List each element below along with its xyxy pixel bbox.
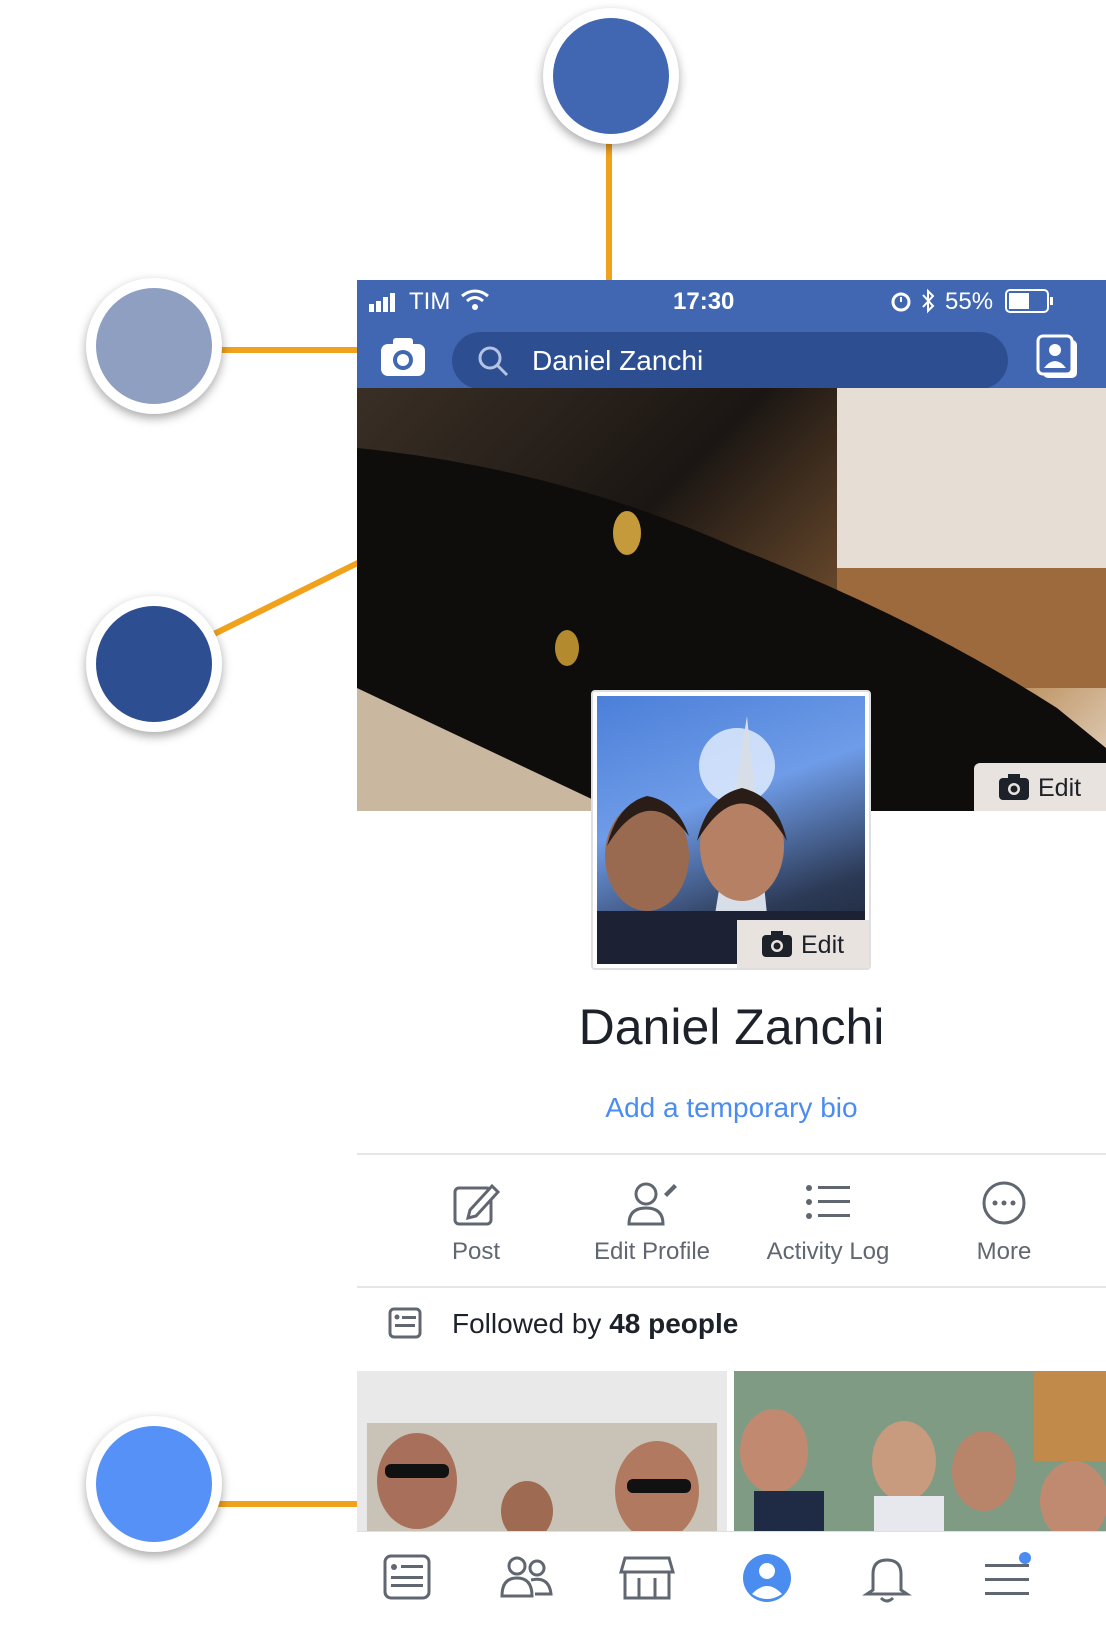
battery-icon [1005,289,1053,313]
more-dots-icon [982,1181,1026,1225]
bluetooth-icon [922,288,935,314]
post-button[interactable]: Post [388,1180,564,1290]
photo-image [367,1423,717,1531]
wifi-icon [461,289,489,310]
activity-log-label: Activity Log [766,1238,890,1265]
edit-person-icon [627,1182,677,1226]
top-nav-bar: Daniel Zanchi [357,326,1106,389]
alarm-icon [891,292,911,312]
list-icon [806,1185,850,1219]
news-feed-icon[interactable] [377,1548,437,1608]
messenger-contacts-icon[interactable] [1035,334,1083,382]
profile-picture-edit-label: Edit [801,931,845,959]
cover-edit-label: Edit [1038,774,1082,802]
search-value: Daniel Zanchi [532,345,704,376]
photo-thumbnail[interactable] [734,1371,1106,1531]
battery-percent: 55% [945,288,994,315]
marketplace-icon[interactable] [617,1548,677,1608]
divider [357,1153,1106,1155]
more-label: More [976,1238,1032,1265]
followed-prefix: Followed by [452,1308,610,1339]
annotation-marker-left-mid [86,596,222,732]
profile-picture[interactable]: Edit [591,690,871,970]
post-label: Post [451,1238,501,1265]
facebook-profile-screen: TIM 17:30 55% Daniel Zanchi Edit Edit Da… [357,280,1106,1636]
search-input[interactable]: Daniel Zanchi [452,332,1008,389]
annotation-marker-top [543,8,679,144]
edit-profile-label: Edit Profile [593,1238,711,1265]
photo-thumbnail[interactable] [357,1371,727,1531]
clock: 17:30 [673,288,735,315]
annotation-line-top [606,140,612,298]
camera-icon [762,931,792,957]
add-bio-link[interactable]: Add a temporary bio [357,1092,1106,1124]
profile-name: Daniel Zanchi [578,999,885,1055]
profile-picture-edit-button[interactable]: Edit [737,920,869,968]
feed-card-icon [388,1307,422,1339]
photo-image [734,1371,1106,1531]
notifications-icon[interactable] [857,1548,917,1608]
more-button[interactable]: More [916,1180,1092,1290]
profile-icon[interactable] [737,1548,797,1608]
friends-icon[interactable] [497,1548,557,1608]
divider [357,1286,1106,1288]
annotation-marker-left-top [86,278,222,414]
menu-icon[interactable] [977,1548,1037,1608]
annotation-marker-bottom [86,1416,222,1552]
status-bar: TIM 17:30 55% [357,280,1106,326]
compose-icon [453,1183,500,1226]
activity-log-button[interactable]: Activity Log [740,1180,916,1290]
search-icon [478,346,509,377]
followers-count: 48 people [609,1308,739,1339]
followers-row[interactable]: Followed by 48 people [357,1295,1106,1355]
edit-profile-button[interactable]: Edit Profile [564,1180,740,1290]
bottom-tab-bar [357,1531,1106,1636]
signal-icon [369,293,395,312]
cover-edit-button[interactable]: Edit [974,763,1106,811]
carrier-label: TIM [409,288,451,315]
camera-icon [999,774,1029,800]
camera-icon[interactable] [379,336,427,380]
